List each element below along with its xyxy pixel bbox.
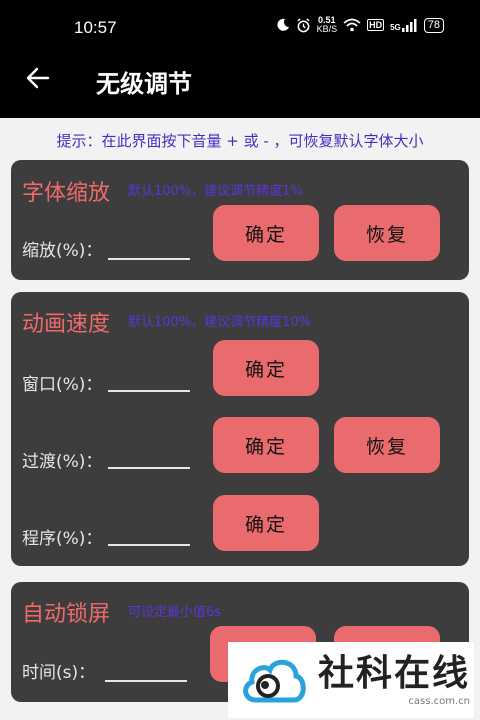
back-arrow-icon[interactable] — [24, 64, 52, 92]
battery-indicator: 78 — [423, 17, 444, 33]
do-not-disturb-icon — [276, 18, 289, 31]
watermark-text: 社科在线 — [318, 652, 471, 694]
window-input[interactable] — [108, 390, 190, 392]
net-speed: 0.51 KB/S — [316, 15, 338, 34]
hint-text: 提示：在此界面按下音量 + 或 - ，可恢复默认字体大小 — [56, 132, 424, 150]
alarm-icon — [296, 17, 310, 32]
program-label: 程序(%)： — [22, 529, 103, 549]
time-input[interactable] — [105, 680, 187, 682]
window-confirm-button[interactable]: 确定 — [213, 340, 319, 396]
hd-icon: HD — [367, 19, 385, 31]
transition-confirm-button[interactable]: 确定 — [213, 417, 319, 473]
watermark: 社科在线 cass.com.cn — [228, 642, 474, 718]
font-scale-title: 字体缩放 — [22, 181, 111, 206]
status-bar: 10:57 0.51 KB/S HD 5G 78 — [0, 0, 480, 42]
anim-speed-card: 动画速度 默认100%，建议调节精度10% 窗口(%)： 确定 过渡(%)： 确… — [11, 292, 469, 566]
transition-label: 过渡(%)： — [22, 452, 103, 472]
anim-speed-subtitle: 默认100%，建议调节精度10% — [128, 315, 312, 330]
wifi-icon — [343, 18, 361, 32]
status-time: 10:57 — [74, 18, 117, 37]
anim-speed-restore-button[interactable]: 恢复 — [334, 417, 440, 473]
time-label: 时间(s)： — [22, 663, 96, 683]
auto-lock-title: 自动锁屏 — [22, 602, 111, 627]
program-confirm-button[interactable]: 确定 — [213, 495, 319, 551]
scale-input[interactable] — [108, 258, 190, 260]
window-label: 窗口(%)： — [22, 375, 103, 395]
app-bar: 无级调节 — [0, 42, 480, 118]
watermark-url: cass.com.cn — [408, 695, 471, 707]
anim-speed-title: 动画速度 — [22, 312, 111, 337]
cloud-logo-icon — [243, 659, 306, 703]
font-scale-card: 字体缩放 默认100%，建议调节精度1% 缩放(%)： 确定 恢复 — [11, 160, 469, 280]
transition-input[interactable] — [108, 467, 190, 469]
status-icons: 0.51 KB/S HD 5G 78 — [276, 16, 444, 34]
page-title: 无级调节 — [96, 70, 192, 98]
scale-label: 缩放(%)： — [22, 241, 103, 261]
auto-lock-subtitle: 可设定最小值6s — [128, 605, 222, 620]
font-scale-restore-button[interactable]: 恢复 — [334, 205, 440, 261]
program-input[interactable] — [108, 544, 190, 546]
signal-icon: 5G — [390, 18, 418, 32]
font-scale-subtitle: 默认100%，建议调节精度1% — [128, 184, 303, 199]
font-scale-confirm-button[interactable]: 确定 — [213, 205, 319, 261]
